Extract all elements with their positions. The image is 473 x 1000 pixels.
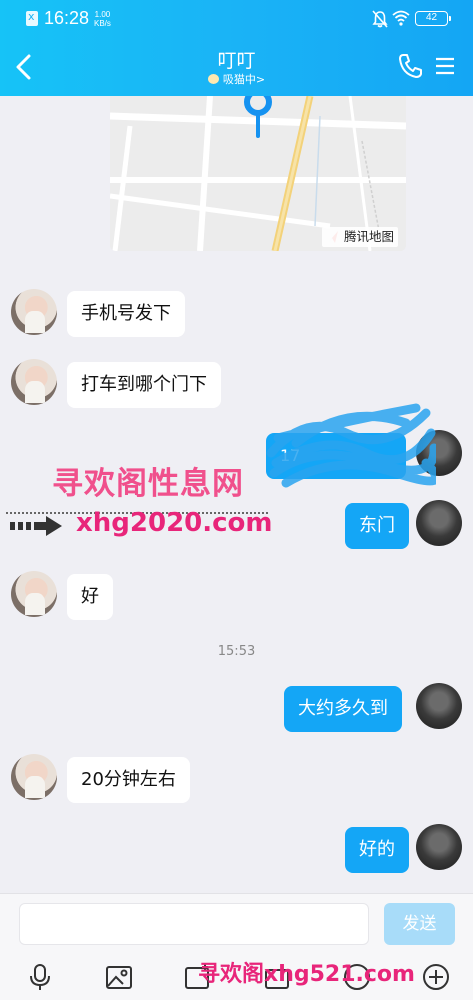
battery-indicator: 42 <box>415 11 451 26</box>
contact-avatar[interactable] <box>11 571 57 617</box>
microphone-icon[interactable] <box>25 962 55 992</box>
message-bubble-in[interactable]: 手机号发下 <box>67 291 185 337</box>
my-avatar[interactable] <box>416 824 462 870</box>
status-bar: 16:28 1.00 KB/s 42 <box>0 0 473 38</box>
wifi-icon <box>392 10 410 26</box>
status-time: 16:28 <box>44 8 90 28</box>
my-avatar[interactable] <box>416 683 462 729</box>
phone-call-button[interactable] <box>398 53 424 79</box>
my-avatar[interactable] <box>416 500 462 546</box>
message-input[interactable] <box>19 903 369 945</box>
image-icon[interactable] <box>104 962 134 992</box>
message-bubble-in[interactable]: 打车到哪个门下 <box>67 362 221 408</box>
network-speed-value: 1.00 <box>94 10 111 19</box>
contact-avatar[interactable] <box>11 359 57 405</box>
send-button[interactable]: 发送 <box>384 903 455 945</box>
contact-avatar[interactable] <box>11 289 57 335</box>
redaction-scribble <box>266 403 436 488</box>
sim-icon <box>26 10 38 26</box>
network-speed-unit: KB/s <box>94 19 111 28</box>
chevron-right-icon: > <box>255 73 266 86</box>
message-bubble-in[interactable]: 20分钟左右 <box>67 757 190 803</box>
watermark-url: xhg2020.com <box>76 508 273 538</box>
location-pin-icon <box>244 96 272 138</box>
plus-icon[interactable] <box>421 962 451 992</box>
network-speed: 1.00 KB/s <box>94 10 111 28</box>
chat-header: 16:28 1.00 KB/s 42 叮叮 吸猫中> <box>0 0 473 96</box>
map-provider-label: 腾讯地图 <box>322 227 399 247</box>
arrow-right-icon <box>10 516 62 536</box>
message-timestamp: 15:53 <box>217 644 256 659</box>
watermark-title: 寻欢阁性息网 <box>52 466 244 502</box>
message-bubble-in[interactable]: 好 <box>67 574 113 620</box>
message-bubble-out[interactable]: 东门 <box>345 503 409 549</box>
message-bubble-out[interactable]: 大约多久到 <box>284 686 402 732</box>
menu-button[interactable] <box>435 56 455 76</box>
cat-icon <box>207 74 219 84</box>
contact-avatar[interactable] <box>11 754 57 800</box>
chat-status-text: 吸猫中 <box>222 73 256 86</box>
mute-icon <box>372 10 388 28</box>
message-bubble-out[interactable]: 好的 <box>345 827 409 873</box>
watermark-bottom: 寻欢阁xhg521.com <box>198 962 415 987</box>
